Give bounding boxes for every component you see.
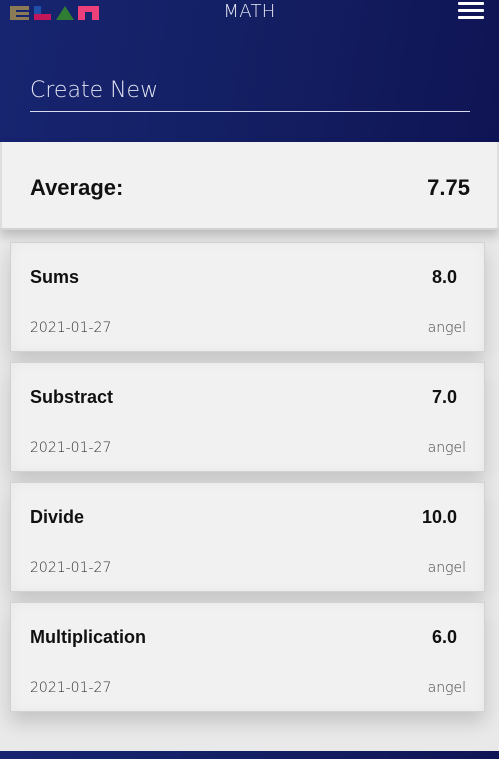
list-item[interactable]: Divide 10.0 2021-01-27 angel (10, 482, 485, 592)
score-user: angel (427, 680, 466, 696)
score-name: Substract (30, 387, 114, 407)
average-card: Average: 7.75 (0, 142, 499, 230)
score-value: 8.0 (431, 267, 457, 287)
average-value: 7.75 (427, 175, 470, 200)
score-date: 2021-01-27 (30, 440, 112, 456)
score-name: Divide (30, 507, 85, 527)
score-value: 7.0 (431, 387, 457, 407)
score-user: angel (427, 440, 466, 456)
footer-bar (0, 751, 499, 759)
list-item[interactable]: Multiplication 6.0 2021-01-27 angel (10, 602, 485, 712)
create-new-input[interactable] (30, 70, 470, 112)
page-title: MATH (223, 1, 276, 22)
hamburger-icon[interactable] (456, 2, 486, 20)
score-user: angel (427, 560, 466, 576)
score-user: angel (427, 320, 466, 336)
score-name: Sums (30, 267, 80, 287)
score-value: 10.0 (421, 507, 457, 527)
score-name: Multiplication (30, 627, 146, 647)
list-item[interactable]: Sums 8.0 2021-01-27 angel (10, 242, 485, 352)
score-date: 2021-01-27 (30, 320, 112, 336)
average-label: Average: (30, 175, 124, 200)
list-item[interactable]: Substract 7.0 2021-01-27 angel (10, 362, 485, 472)
app-header: MATH (0, 0, 499, 142)
score-date: 2021-01-27 (30, 680, 112, 696)
score-value: 6.0 (431, 627, 457, 647)
score-date: 2021-01-27 (30, 560, 112, 576)
